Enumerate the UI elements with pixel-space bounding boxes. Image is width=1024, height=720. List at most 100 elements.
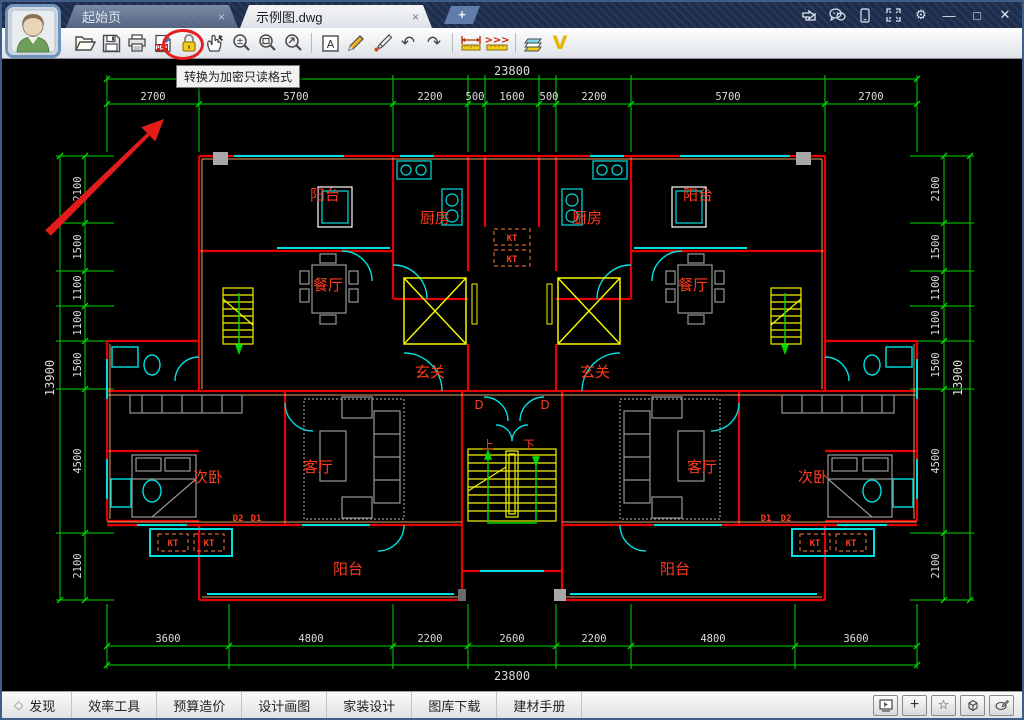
layers-icon [523, 34, 545, 53]
svg-text:厨房: 厨房 [420, 209, 450, 227]
kitchen-fixtures [318, 161, 706, 227]
wechat-button[interactable] [826, 5, 848, 25]
zoom-extents-button[interactable] [280, 30, 306, 56]
avatar-icon [5, 4, 61, 58]
tab-label: 示例图.dwg [256, 7, 322, 26]
menu-materials-manual[interactable]: 建材手册 [497, 692, 582, 718]
svg-text:2200: 2200 [417, 633, 442, 645]
settings-button[interactable]: ⚙ [910, 5, 932, 25]
svg-text:2200: 2200 [581, 91, 606, 103]
menu-budget-cost[interactable]: 预算造价 [157, 692, 242, 718]
svg-text:KT: KT [507, 255, 518, 265]
svg-text:500: 500 [466, 91, 485, 103]
svg-text:玄关: 玄关 [415, 363, 445, 381]
share-icon [801, 8, 817, 22]
svg-text:阳台: 阳台 [333, 560, 363, 578]
tab-bar: 起始页 × 示例图.dwg × + [66, 2, 480, 28]
crosshair-button[interactable]: + [902, 695, 927, 716]
tab-close-icon[interactable]: × [215, 10, 228, 24]
stair-arrows [236, 293, 788, 523]
menu-design-draw[interactable]: 设计画图 [242, 692, 327, 718]
fullscreen-icon [886, 8, 901, 22]
svg-text:KT: KT [507, 234, 518, 244]
diamond-icon: ◇ [14, 698, 23, 712]
menu-label: 效率工具 [88, 696, 140, 715]
layers-button[interactable] [521, 30, 547, 56]
menu-label: 预算造价 [173, 696, 225, 715]
redo-button[interactable]: ↷ [421, 30, 447, 56]
svg-text:2100: 2100 [930, 553, 942, 578]
tab-close-icon[interactable]: × [409, 10, 422, 24]
continuous-dimension-button[interactable]: >>> [484, 30, 510, 56]
dimension-ticks [57, 76, 973, 668]
mobile-button[interactable] [854, 5, 876, 25]
zoom-window-button[interactable] [254, 30, 280, 56]
toolbar-separator [452, 33, 453, 53]
dimension-button[interactable] [458, 30, 484, 56]
svg-text:D2: D2 [781, 514, 792, 524]
svg-text:D1: D1 [761, 514, 772, 524]
vip-button[interactable]: V [547, 30, 573, 56]
svg-text:4800: 4800 [700, 633, 725, 645]
svg-text:2100: 2100 [72, 553, 84, 578]
marker-button[interactable] [369, 30, 395, 56]
drawing-canvas[interactable]: 23800 2700 5700 2200 500 1600 500 2200 5… [2, 59, 1022, 691]
close-button[interactable]: ✕ [994, 5, 1016, 25]
menu-label: 家装设计 [343, 696, 395, 715]
view-3d-button[interactable] [960, 695, 985, 716]
open-button[interactable] [72, 30, 98, 56]
svg-text:±: ± [236, 37, 244, 47]
text-tool-button[interactable]: A [317, 30, 343, 56]
svg-text:次卧: 次卧 [193, 468, 223, 486]
display-settings-button[interactable] [873, 695, 898, 716]
app-window: 起始页 × 示例图.dwg × + [0, 0, 1024, 720]
svg-text:4500: 4500 [930, 448, 942, 473]
svg-text:KT: KT [168, 539, 179, 549]
menu-label: 图库下载 [428, 696, 480, 715]
svg-text:餐厅: 餐厅 [678, 276, 708, 294]
svg-text:D2: D2 [233, 514, 244, 524]
svg-text:2700: 2700 [140, 91, 165, 103]
svg-text:1500: 1500 [72, 352, 84, 377]
svg-text:1100: 1100 [72, 310, 84, 335]
svg-text:13900: 13900 [43, 360, 57, 396]
tab-start-page[interactable]: 起始页 × [66, 5, 238, 28]
favorite-button[interactable]: ☆ [931, 695, 956, 716]
svg-text:1600: 1600 [499, 91, 524, 103]
windows [107, 156, 917, 594]
menu-efficiency-tools[interactable]: 效率工具 [72, 692, 157, 718]
window-controls: ⚙ — □ ✕ [798, 2, 1016, 28]
svg-text:4500: 4500 [72, 448, 84, 473]
menu-discover[interactable]: ◇ 发现 [2, 692, 72, 718]
svg-text:5700: 5700 [715, 91, 740, 103]
room-labels: 阳台 阳台 厨房 厨房 餐厅 餐厅 玄关 玄关 客厅 客厅 次卧 次卧 阳台 阳… [168, 186, 857, 578]
menu-home-design[interactable]: 家装设计 [327, 692, 412, 718]
tab-drawing[interactable]: 示例图.dwg × [240, 5, 432, 28]
svg-text:D: D [540, 398, 549, 412]
draw-tool-button[interactable] [989, 695, 1014, 716]
menu-library-download[interactable]: 图库下载 [412, 692, 497, 718]
save-button[interactable] [98, 30, 124, 56]
minimize-button[interactable]: — [938, 5, 960, 25]
mobile-icon [860, 8, 870, 23]
pan-button[interactable] [202, 30, 228, 56]
fullscreen-button[interactable] [882, 5, 904, 25]
pencil-button[interactable] [343, 30, 369, 56]
new-tab-button[interactable]: + [444, 6, 480, 24]
statusbar-tools: + ☆ [873, 695, 1022, 716]
svg-text:KT: KT [846, 539, 857, 549]
dimension-lines [56, 75, 974, 669]
stairs [223, 288, 801, 521]
ellipse-pen-icon [995, 699, 1009, 711]
doors [111, 251, 913, 551]
maximize-button[interactable]: □ [966, 5, 988, 25]
print-button[interactable] [124, 30, 150, 56]
svg-text:1100: 1100 [930, 310, 942, 335]
user-avatar[interactable] [5, 4, 61, 58]
share-button[interactable] [798, 5, 820, 25]
zoom-in-out-button[interactable]: ± [228, 30, 254, 56]
svg-text:D: D [474, 398, 483, 412]
undo-button[interactable]: ↶ [395, 30, 421, 56]
print-icon [127, 34, 147, 53]
svg-text:次卧: 次卧 [798, 468, 828, 486]
